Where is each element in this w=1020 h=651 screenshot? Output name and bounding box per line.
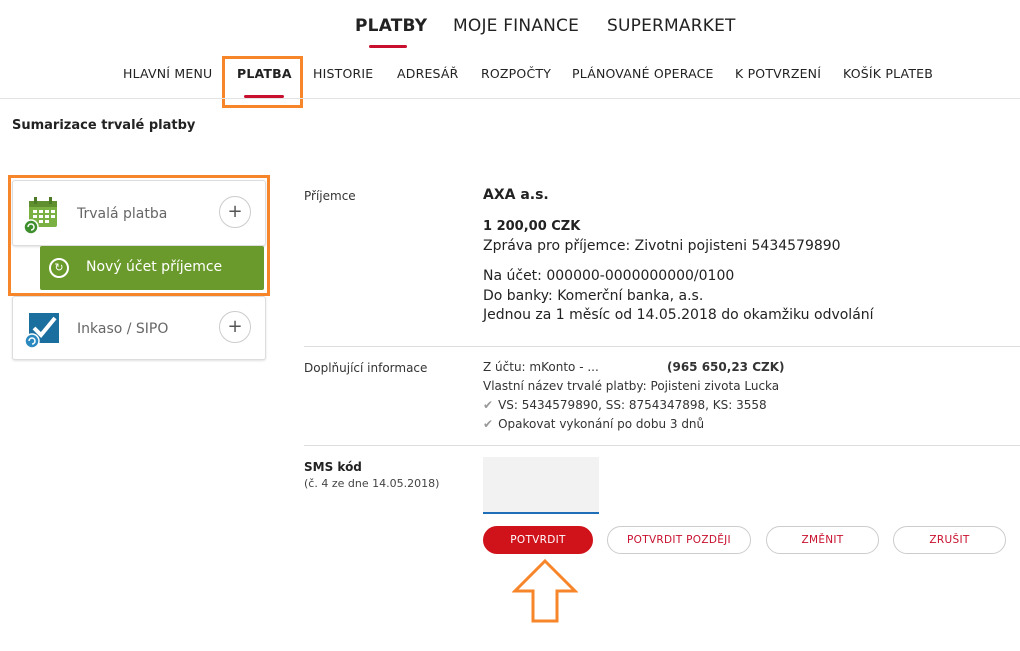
sms-code-input[interactable] <box>483 457 599 514</box>
sms-code-sub-label: (č. 4 ze dne 14.05.2018) <box>304 477 440 490</box>
payment-amount: 1 200,00 CZK <box>483 219 581 234</box>
subnav-planovane-operace[interactable]: PLÁNOVANÉ OPERACE <box>572 66 714 81</box>
check-icon: ✔ <box>483 398 494 412</box>
top-nav-active-indicator <box>369 45 407 48</box>
subnav-adresar[interactable]: ADRESÁŘ <box>397 66 459 81</box>
frequency-text: Jednou za 1 měsíc od 14.05.2018 do okamž… <box>483 307 874 323</box>
subnav-hlavni-menu[interactable]: HLAVNÍ MENU <box>123 66 212 81</box>
subnav-k-potvrzeni[interactable]: K POTVRZENÍ <box>735 66 821 81</box>
top-nav-supermarket[interactable]: SUPERMARKET <box>607 16 736 36</box>
top-nav-moje-finance[interactable]: MOJE FINANCE <box>453 16 579 36</box>
symbols-value: VS: 5434579890, SS: 8754347898, KS: 3558 <box>498 398 767 412</box>
card-inkaso-sipo[interactable]: Inkaso / SIPO + <box>12 296 266 360</box>
account-value: 000000-0000000000/0100 <box>546 268 735 284</box>
account-label: Na účet: <box>483 268 542 284</box>
up-arrow-icon <box>511 558 579 628</box>
checkmark-document-icon <box>23 309 63 353</box>
bank-row: Do banky: Komerční banka, a.s. <box>483 288 703 304</box>
bank-label: Do banky: <box>483 288 553 304</box>
from-account-value: mKonto - ... <box>529 360 599 374</box>
highlight-box-left-panel <box>8 175 270 296</box>
additional-info-label: Doplňující informace <box>304 361 428 375</box>
message-label: Zpráva pro příjemce: <box>483 238 631 254</box>
recipient-name: AXA a.s. <box>483 187 549 203</box>
from-account-label: Z účtu: <box>483 360 526 374</box>
repeat-value: Opakovat vykonání po dobu 3 dnů <box>498 417 705 431</box>
payment-name-value: Pojisteni zivota Lucka <box>650 379 780 393</box>
sms-code-label: SMS kód <box>304 460 362 474</box>
page-title: Sumarizace trvalé platby <box>12 118 196 133</box>
message-value: Zivotni pojisteni 5434579890 <box>634 238 841 254</box>
top-nav-platby[interactable]: PLATBY <box>355 16 427 36</box>
highlight-box-platba <box>222 56 303 108</box>
section-divider-2 <box>304 445 1020 446</box>
confirm-later-button[interactable]: POTVRDIT POZDĚJI <box>607 526 751 554</box>
payment-name-row: Vlastní název trvalé platby: Pojisteni z… <box>483 379 779 393</box>
section-divider-1 <box>304 346 1020 347</box>
bank-value: Komerční banka, a.s. <box>557 288 704 304</box>
add-inkaso-sipo-button[interactable]: + <box>219 311 251 343</box>
from-account-row: Z účtu: mKonto - ... <box>483 360 599 374</box>
check-icon: ✔ <box>483 417 494 431</box>
account-row: Na účet: 000000-0000000000/0100 <box>483 268 734 284</box>
recipient-section-label: Příjemce <box>304 189 356 203</box>
sub-navigation: HLAVNÍ MENU PLATBA HISTORIE ADRESÁŘ ROZP… <box>0 66 1020 98</box>
account-balance: (965 650,23 CZK) <box>667 360 785 374</box>
subnav-historie[interactable]: HISTORIE <box>313 66 373 81</box>
message-row: Zpráva pro příjemce: Zivotni pojisteni 5… <box>483 238 841 254</box>
symbols-row: ✔ VS: 5434579890, SS: 8754347898, KS: 355… <box>483 398 767 412</box>
top-navigation: PLATBY MOJE FINANCE SUPERMARKET <box>0 16 1020 48</box>
header-divider <box>0 98 1020 99</box>
subnav-kosik-plateb[interactable]: KOŠÍK PLATEB <box>843 66 933 81</box>
confirm-button[interactable]: POTVRDIT <box>483 526 593 554</box>
change-button[interactable]: ZMĚNIT <box>766 526 879 554</box>
card-inkaso-sipo-label: Inkaso / SIPO <box>77 321 169 337</box>
subnav-rozpocty[interactable]: ROZPOČTY <box>481 66 551 81</box>
payment-name-label: Vlastní název trvalé platby: <box>483 379 647 393</box>
cancel-button[interactable]: ZRUŠIT <box>893 526 1006 554</box>
repeat-row: ✔ Opakovat vykonání po dobu 3 dnů <box>483 417 704 431</box>
